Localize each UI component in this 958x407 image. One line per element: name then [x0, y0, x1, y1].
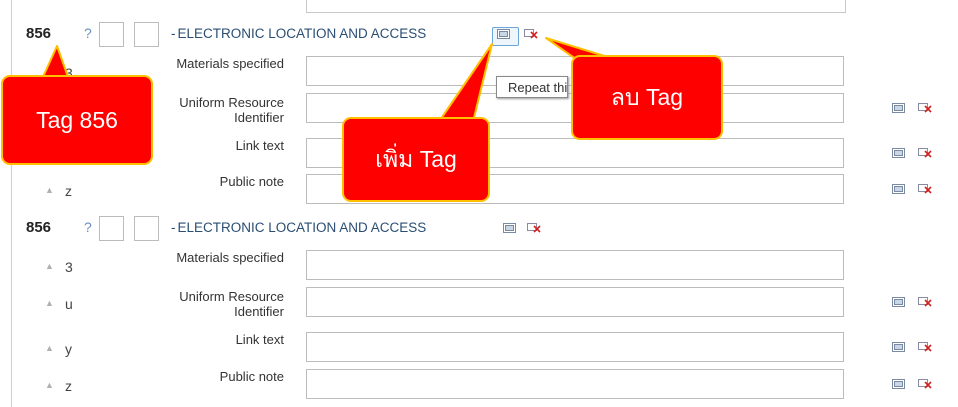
callout-tag-856: Tag 856	[1, 75, 153, 165]
callout-pointers	[37, 37, 625, 127]
callout-add-tag: เพิ่ม Tag	[342, 117, 490, 202]
callout-delete-tag: ลบ Tag	[571, 55, 723, 140]
callout-pointer-add	[435, 43, 493, 127]
